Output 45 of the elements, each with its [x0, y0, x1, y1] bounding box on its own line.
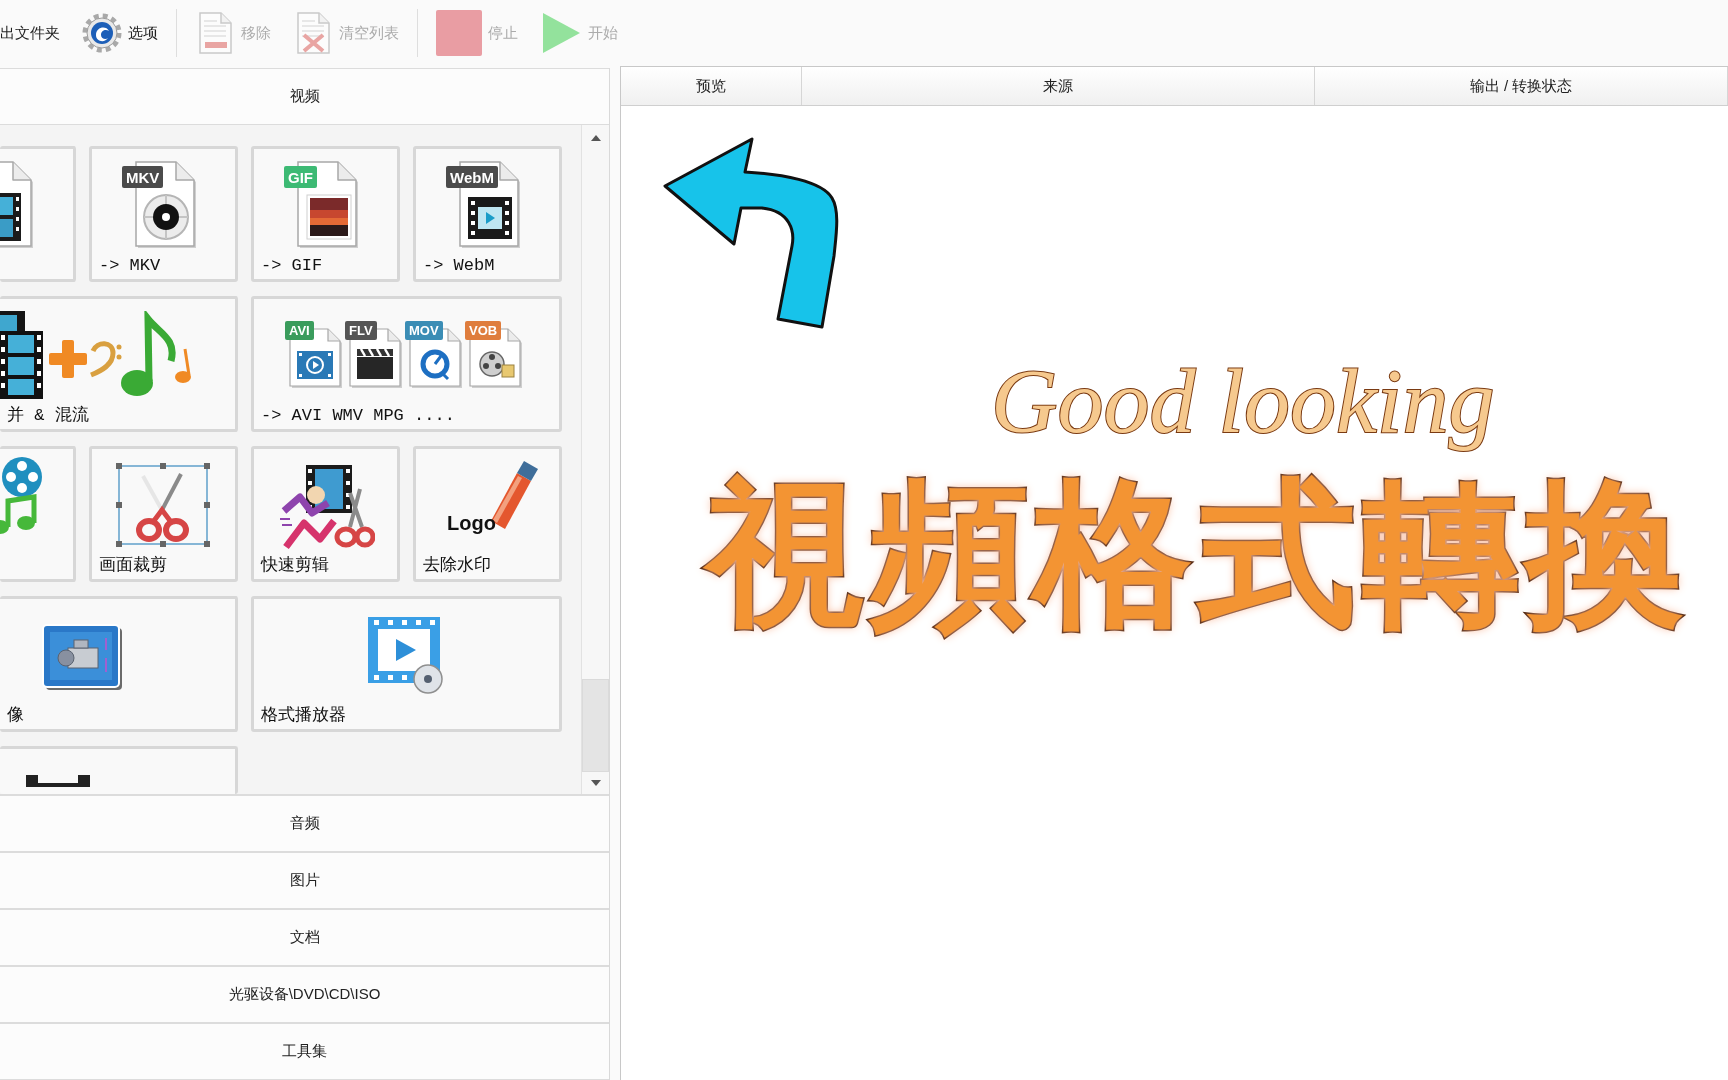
category-header[interactable]: 文档 — [0, 909, 609, 966]
tool-tile[interactable]: WebM -> WebM — [413, 146, 562, 282]
scrollbar-thumb[interactable] — [582, 679, 609, 772]
folder-button[interactable]: 出文件夹 — [0, 5, 64, 61]
format-tag: AVI — [285, 321, 314, 340]
tool-tile[interactable] — [0, 446, 76, 582]
tool-tile[interactable]: 格式播放器 — [251, 596, 562, 732]
crop-scissors-icon — [113, 460, 213, 550]
tool-tile[interactable]: MKV -> MKV — [89, 146, 238, 282]
format-tag: MOV — [405, 321, 443, 340]
stop-square-icon — [436, 10, 482, 56]
category-header[interactable]: 光驱设备\DVD\CD\ISO — [0, 966, 609, 1023]
format-tag: GIF — [284, 166, 317, 188]
caret-up-icon — [590, 135, 601, 141]
logo-text: Logo — [447, 513, 496, 533]
category-header[interactable]: 图片 — [0, 852, 609, 909]
tool-tile[interactable]: GIF -> GIF — [251, 146, 400, 282]
tool-tile[interactable]: 快速剪辑 — [251, 446, 400, 582]
video-player-icon — [366, 615, 446, 695]
tool-tile[interactable]: Logo 去除水印 — [413, 446, 562, 582]
column-header[interactable]: 预览 — [621, 67, 802, 105]
tool-tile[interactable] — [0, 146, 76, 282]
category-header[interactable]: 工具集 — [0, 1023, 609, 1080]
bracket-icon — [26, 775, 90, 787]
column-header[interactable]: 来源 — [802, 67, 1315, 105]
category-header[interactable]: 视频 — [0, 68, 609, 125]
tool-tile[interactable]: 像 — [0, 596, 238, 732]
script-title: Good looking — [990, 349, 1496, 454]
format-tag: MKV — [122, 166, 164, 188]
camcorder-icon — [42, 624, 122, 690]
caret-down-icon — [590, 780, 601, 786]
overlay-title: 視頻格式轉換 — [686, 456, 1710, 650]
column-header[interactable]: 输出 / 转换状态 — [1315, 67, 1728, 105]
tool-tile[interactable]: 并 & 混流 — [0, 296, 238, 432]
settings-icon — [82, 13, 122, 53]
format-tag: WebM — [446, 166, 498, 188]
film-scissors-icon — [278, 465, 375, 550]
tool-tile[interactable]: AVI FLV MOV VOB -> AVI WMV MPG .... — [251, 296, 562, 432]
format-tag: VOB — [465, 321, 502, 340]
play-icon — [540, 11, 582, 55]
tool-tile[interactable] — [0, 746, 238, 794]
options-button[interactable]: 选项 — [78, 5, 162, 61]
format-tag: FLV — [345, 321, 377, 340]
category-header[interactable]: 音频 — [0, 795, 609, 852]
tool-tile[interactable]: 画面裁剪 — [89, 446, 238, 582]
